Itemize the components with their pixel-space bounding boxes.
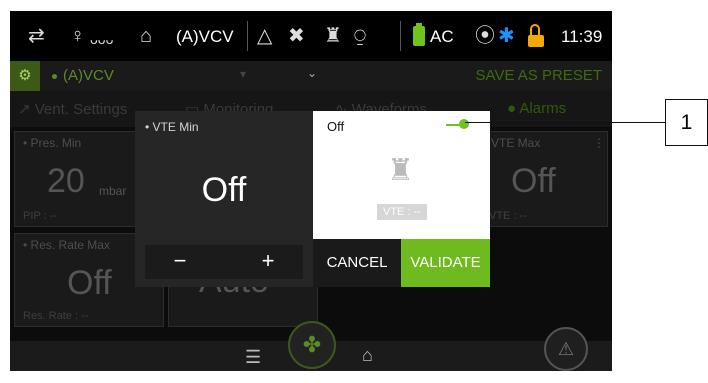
alarm-bell-icon[interactable]: ⚠ [544, 327, 588, 371]
ventilation-mode: (A)VCV [176, 27, 234, 46]
increment-button[interactable]: + [253, 248, 283, 274]
chevron-down-icon[interactable]: ⌄ [307, 66, 317, 80]
tile-unit: mbar [99, 184, 127, 198]
mask-icon: ⍜ [354, 25, 366, 47]
tile-sub: PIP : -- [23, 210, 58, 222]
wifi-icon: ⦿ [475, 25, 495, 47]
tools-icon: ✖ [288, 25, 305, 47]
bluetooth-icon: ✱ [498, 25, 515, 47]
device-screen: ⇄ ♀ ᴗᴗᴗ ⌂ (A)VCV △ ✖ ♜ ⍜ AC ⦿ ✱ 11:39 ⚙ … [10, 11, 612, 371]
menu-icon[interactable]: ☰ [245, 347, 261, 368]
mode-selector[interactable]: (A)VCV [63, 67, 114, 84]
callout-number: 1 [665, 99, 708, 146]
vte-min-popup: • VTE Min Off − + [135, 111, 313, 287]
tab-vent-settings[interactable]: ↗ Vent. Settings [18, 100, 127, 118]
person-icon: ♀ [70, 25, 85, 47]
battery-icon [413, 23, 425, 46]
cancel-button[interactable]: CANCEL [313, 239, 401, 287]
toggle-handle[interactable] [459, 119, 469, 129]
alarm-status: Off [327, 119, 345, 134]
value-stepper: − + [145, 245, 303, 279]
gear-icon[interactable]: ⚙ [10, 61, 40, 91]
tile-label: • Res. Rate Max [23, 238, 110, 252]
power-source: AC [430, 27, 454, 46]
tab-alarms[interactable]: ● Alarms [507, 100, 566, 117]
home-icon[interactable]: ⌂ [362, 345, 373, 366]
lock-icon[interactable] [528, 35, 544, 47]
status-divider [400, 21, 401, 51]
tile-value: Off [67, 264, 112, 302]
vte-readout: VTE : -- [377, 204, 427, 220]
popup-title: • VTE Min [145, 120, 199, 134]
mode-indicator [52, 74, 57, 79]
mode-bar: ⚙ (A)VCV ▾ ⌄ SAVE AS PRESET [10, 61, 612, 91]
person-icon: ♜ [324, 25, 342, 47]
save-as-preset-button[interactable]: SAVE AS PRESET [476, 67, 602, 84]
more-icon[interactable]: ⋮ [593, 136, 605, 150]
alarm-triangle-icon: △ [257, 25, 273, 47]
status-bar: ⇄ ♀ ᴗᴗᴗ ⌂ (A)VCV △ ✖ ♜ ⍜ AC ⦿ ✱ 11:39 [10, 11, 612, 61]
patient-icon: ♜ [387, 154, 414, 187]
alarm-tile-vte-max[interactable]: VTE Max ⋮ Off VTE : -- [480, 131, 608, 227]
clock: 11:39 [561, 27, 603, 46]
validate-button[interactable]: VALIDATE [401, 239, 490, 287]
tile-label: VTE Max [491, 136, 541, 150]
breathing-device-icon: ᴗᴗᴗ [90, 31, 114, 47]
callout-leader-line [465, 122, 665, 123]
tile-value: Off [511, 162, 556, 200]
humidifier-icon: ⌂ [140, 25, 153, 47]
network-icon: ⇄ [28, 25, 45, 47]
tile-sub: VTE : -- [489, 210, 527, 222]
decrement-button[interactable]: − [165, 248, 195, 274]
fan-icon[interactable]: ✤ [288, 321, 336, 369]
status-divider [247, 21, 248, 51]
alarm-detail-panel: Off ♜ VTE : -- [313, 111, 490, 239]
tile-sub: Res. Rate : -- [23, 310, 89, 322]
chevron-down-icon[interactable]: ▾ [240, 67, 246, 81]
tile-value: 20 [47, 162, 85, 200]
popup-value: Off [201, 171, 247, 209]
tile-label: • Pres. Min [23, 136, 82, 150]
